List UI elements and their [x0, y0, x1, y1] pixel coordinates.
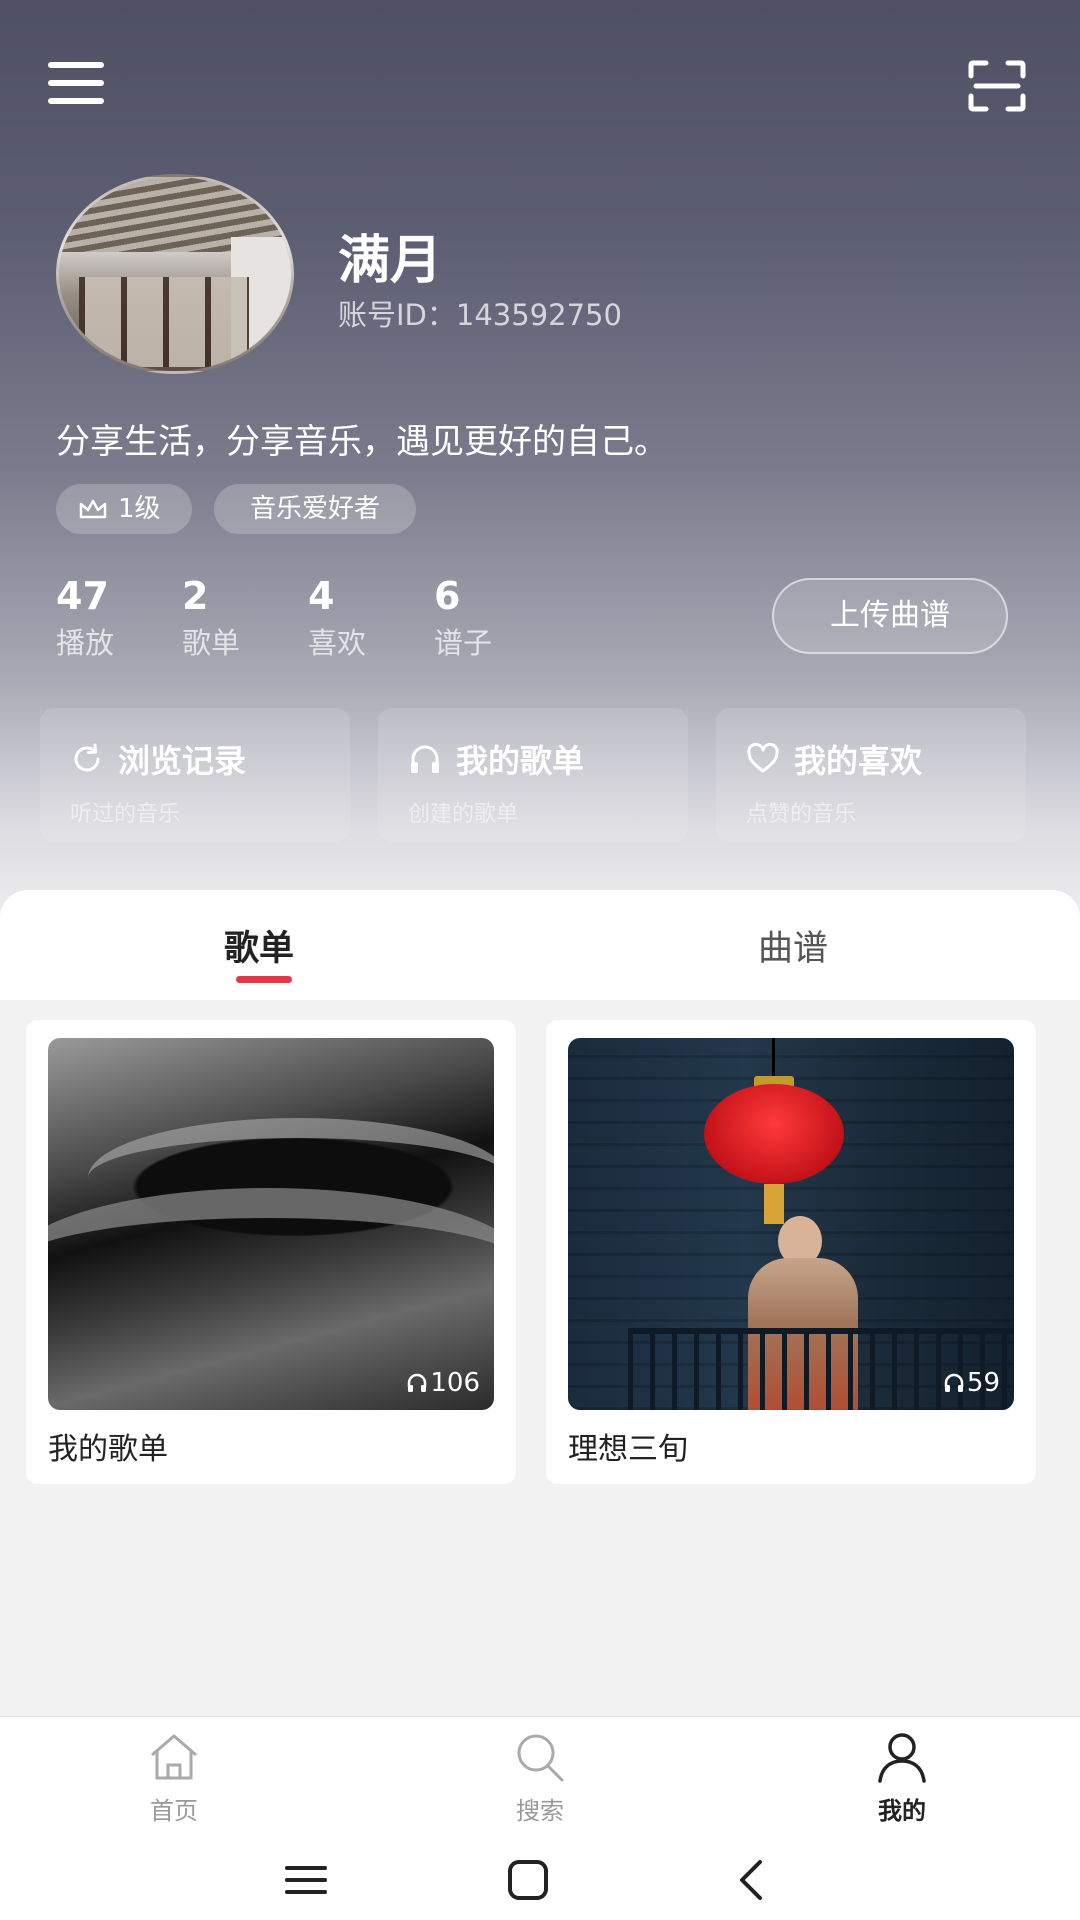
account-id: 账号ID：143592750: [338, 298, 622, 332]
playlist-cover-image: 59: [568, 1038, 1014, 1410]
nav-label: 我的: [878, 1797, 926, 1825]
scan-icon[interactable]: [968, 60, 1026, 112]
nav-label: 搜索: [516, 1797, 564, 1825]
quick-link-subtitle: 创建的歌单: [408, 802, 519, 827]
stat-label: 谱子: [434, 626, 493, 660]
stat-label: 播放: [56, 626, 115, 660]
stat-playlists[interactable]: 2 歌单: [182, 574, 282, 662]
quick-link-title: 我的喜欢: [794, 742, 923, 780]
quick-link-playlists[interactable]: 我的歌单 创建的歌单: [378, 708, 688, 842]
top-bar: [0, 0, 1080, 170]
nav-item-search[interactable]: 搜索: [480, 1731, 600, 1826]
playlist-cover-image: 106: [48, 1038, 494, 1410]
stat-plays[interactable]: 47 播放: [56, 574, 156, 662]
level-text: 1级: [118, 494, 161, 524]
content-tabs: 歌单 曲谱: [0, 890, 1080, 1000]
stat-scores[interactable]: 6 谱子: [434, 574, 534, 662]
home-button-icon[interactable]: [506, 1858, 550, 1902]
bio-text: 分享生活，分享音乐，遇见更好的自己。: [56, 422, 668, 462]
title-tag: 音乐爱好者: [214, 484, 416, 534]
stat-label: 歌单: [182, 626, 241, 660]
nav-item-profile[interactable]: 我的: [842, 1731, 962, 1826]
play-count: 59: [966, 1368, 1000, 1398]
avatar[interactable]: [56, 174, 294, 374]
tab-playlists[interactable]: 歌单: [224, 920, 294, 971]
search-icon: [517, 1734, 564, 1782]
user-icon: [878, 1733, 926, 1783]
back-icon[interactable]: [732, 1858, 772, 1902]
active-tab-indicator: [236, 976, 292, 983]
bottom-navigation: 首页 搜索 我的: [0, 1716, 1080, 1840]
quick-link-likes[interactable]: 我的喜欢 点赞的音乐: [716, 708, 1026, 842]
heart-icon: [747, 742, 779, 773]
stat-likes[interactable]: 4 喜欢: [308, 574, 408, 662]
stat-value: 47: [56, 574, 109, 618]
quick-link-history[interactable]: 浏览记录 听过的音乐: [40, 708, 350, 842]
quick-link-subtitle: 点赞的音乐: [746, 802, 857, 827]
play-count: 106: [430, 1368, 480, 1398]
stat-value: 2: [182, 574, 209, 618]
headphones-icon: [408, 1373, 427, 1392]
crown-icon: [79, 499, 107, 519]
quick-link-subtitle: 听过的音乐: [70, 802, 181, 827]
menu-icon[interactable]: [48, 62, 104, 106]
stat-label: 喜欢: [308, 626, 367, 660]
nav-item-home[interactable]: 首页: [114, 1731, 234, 1826]
playlist-card[interactable]: 106 我的歌单: [26, 1020, 516, 1484]
playlist-card[interactable]: 59 理想三旬: [546, 1020, 1036, 1484]
nav-label: 首页: [150, 1797, 198, 1825]
quick-link-title: 浏览记录: [118, 742, 247, 780]
recent-apps-icon[interactable]: [284, 1860, 328, 1900]
play-count-badge: 106: [406, 1368, 480, 1398]
refresh-icon: [74, 743, 100, 772]
upload-score-button[interactable]: 上传曲谱: [772, 578, 1008, 654]
playlist-name: 我的歌单: [48, 1432, 168, 1467]
play-count-badge: 59: [943, 1368, 1000, 1398]
home-icon: [151, 1734, 197, 1780]
system-navigation-bar: [0, 1840, 1080, 1920]
username: 满月: [338, 231, 443, 291]
playlist-name: 理想三旬: [568, 1432, 688, 1467]
stat-value: 4: [308, 574, 335, 618]
level-badge: 1级: [56, 484, 192, 534]
stat-value: 6: [434, 574, 461, 618]
headphones-icon: [411, 745, 439, 773]
headphones-icon: [944, 1373, 964, 1392]
quick-link-title: 我的歌单: [456, 742, 585, 780]
tab-scores[interactable]: 曲谱: [758, 920, 828, 971]
